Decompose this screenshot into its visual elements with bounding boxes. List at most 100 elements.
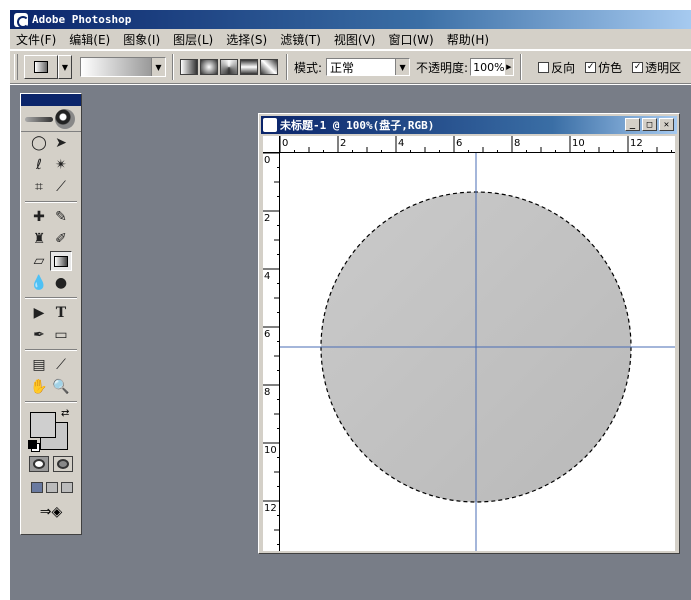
opacity-label: 不透明度:: [416, 60, 469, 75]
menu-window[interactable]: 窗口(W): [388, 31, 433, 48]
minimize-button[interactable]: _: [625, 118, 640, 131]
reverse-checkbox[interactable]: [538, 61, 550, 73]
type-tool-icon[interactable]: T: [50, 303, 72, 323]
opacity-input[interactable]: 100% ▶: [470, 58, 515, 76]
linear-gradient-button[interactable]: [180, 59, 198, 75]
ruler-h-label: 0: [282, 138, 288, 149]
foreground-color[interactable]: [30, 412, 56, 438]
chevron-right-icon[interactable]: ▶: [504, 59, 514, 75]
clone-stamp-tool-icon[interactable]: ♜: [28, 229, 50, 249]
menu-file[interactable]: 文件(F): [16, 31, 56, 48]
crop-tool-icon[interactable]: ⌗: [28, 177, 50, 197]
reverse-label: 反向: [551, 60, 576, 75]
angle-gradient-button[interactable]: [220, 59, 238, 75]
eraser-tool-icon[interactable]: ▱: [28, 251, 50, 271]
pen-tool-icon[interactable]: ✒: [28, 325, 50, 345]
ruler-v-label: 0: [264, 155, 270, 166]
ruler-v-label: 10: [264, 445, 277, 456]
transparency-checkbox[interactable]: ✓: [632, 61, 644, 73]
notes-tool-icon[interactable]: ▤: [28, 355, 50, 375]
marquee-tool-icon[interactable]: ◯: [28, 133, 50, 153]
jump-to-imageready-icon[interactable]: ⇒◈: [31, 503, 71, 521]
menu-select[interactable]: 选择(S): [226, 31, 267, 48]
mode-value: 正常: [330, 60, 355, 75]
menu-filter[interactable]: 滤镜(T): [280, 31, 321, 48]
ruler-h-label: 10: [572, 138, 585, 149]
color-swatches: ⇄: [21, 406, 81, 452]
eye-logo-icon: [55, 109, 75, 129]
dodge-tool-icon[interactable]: ●: [50, 273, 72, 293]
menu-help[interactable]: 帮助(H): [447, 31, 489, 48]
tool-preset-button[interactable]: [24, 55, 58, 79]
quick-mask-mode-button[interactable]: [53, 456, 73, 472]
ruler-h-label: 12: [630, 138, 643, 149]
history-brush-tool-icon[interactable]: ✐: [50, 229, 72, 249]
dither-label: 仿色: [598, 60, 623, 75]
gradient-tool-icon[interactable]: [50, 251, 72, 271]
options-bar: ▼ ▼ 模式: 正常 ▼ 不透明度: 100% ▶ 反向 ✓ 仿色 ✓ 透明区: [10, 50, 691, 84]
hand-tool-icon[interactable]: ✋: [28, 377, 50, 397]
app-title: Adobe Photoshop: [32, 13, 132, 26]
document-title-bar[interactable]: 未标题-1 @ 100%(盘子,RGB) _ □ ✕: [261, 116, 677, 134]
ruler-v-label: 4: [264, 271, 270, 282]
maximize-button[interactable]: □: [642, 118, 657, 131]
vertical-ruler[interactable]: 0 2 4 6 8 10 12: [263, 153, 280, 551]
swap-colors-icon[interactable]: ⇄: [61, 408, 69, 419]
zoom-tool-icon[interactable]: 🔍: [50, 377, 72, 397]
opacity-value: 100%: [473, 60, 505, 74]
ruler-h-label: 2: [340, 138, 346, 149]
brush-tool-icon[interactable]: ✎: [50, 207, 72, 227]
gradient-tool-icon: [34, 61, 48, 73]
menu-edit[interactable]: 编辑(E): [69, 31, 110, 48]
toolbox-title-bar[interactable]: [21, 94, 81, 106]
photoshop-logo-icon: [14, 12, 29, 28]
full-screen-mode-button[interactable]: [61, 482, 73, 493]
app-title-bar: Adobe Photoshop: [10, 10, 691, 29]
ruler-v-label: 8: [264, 387, 270, 398]
full-screen-menu-mode-button[interactable]: [46, 482, 58, 493]
chevron-down-icon[interactable]: ▼: [395, 59, 410, 75]
menu-image[interactable]: 图象(I): [123, 31, 160, 48]
move-tool-icon[interactable]: ➤: [50, 133, 72, 153]
horizontal-ruler[interactable]: 0 2 4 6 8 10 12: [280, 136, 675, 153]
dither-checkbox[interactable]: ✓: [585, 61, 597, 73]
options-grip[interactable]: [14, 54, 18, 80]
eyedropper-tool-icon[interactable]: ⟋: [50, 355, 72, 375]
reflected-gradient-button[interactable]: [240, 59, 258, 75]
transparency-label: 透明区: [645, 60, 682, 75]
gradient-picker[interactable]: ▼: [80, 57, 166, 77]
ruler-v-label: 12: [264, 503, 277, 514]
gradient-swatch: [81, 58, 151, 76]
diamond-gradient-button[interactable]: [260, 59, 278, 75]
ruler-h-label: 8: [514, 138, 520, 149]
blur-tool-icon[interactable]: 💧: [28, 273, 50, 293]
ruler-origin[interactable]: [263, 136, 280, 153]
close-button[interactable]: ✕: [659, 118, 674, 131]
ruler-h-label: 4: [398, 138, 404, 149]
document-icon: [263, 118, 277, 132]
path-selection-tool-icon[interactable]: ▶: [28, 303, 50, 323]
mode-select[interactable]: 正常 ▼: [326, 58, 411, 76]
healing-brush-tool-icon[interactable]: ✚: [28, 207, 50, 227]
menu-layer[interactable]: 图层(L): [173, 31, 213, 48]
menu-view[interactable]: 视图(V): [334, 31, 376, 48]
slice-tool-icon[interactable]: ⟋: [50, 177, 72, 197]
toolbox: ◯ ➤ ℓ ✴ ⌗ ⟋ ✚ ✎ ♜ ✐ ▱ 💧 ● ▶ T ✒ ▭ ▤ ⟋ ✋ …: [20, 93, 82, 535]
lasso-tool-icon[interactable]: ℓ: [28, 155, 50, 175]
document-title: 未标题-1 @ 100%(盘子,RGB): [280, 119, 435, 132]
document-window: 未标题-1 @ 100%(盘子,RGB) _ □ ✕ 0 2 4 6 8 10 12 0 2 4…: [258, 113, 680, 554]
tool-preset-dropdown[interactable]: ▼: [58, 55, 72, 79]
chevron-down-icon[interactable]: ▼: [151, 58, 165, 76]
standard-mode-button[interactable]: [29, 456, 49, 472]
ruler-v-label: 2: [264, 213, 270, 224]
feather-icon: [25, 117, 53, 122]
magic-wand-tool-icon[interactable]: ✴: [50, 155, 72, 175]
default-colors-icon[interactable]: [28, 440, 37, 449]
toolbox-logo[interactable]: [21, 106, 81, 132]
rectangle-tool-icon[interactable]: ▭: [50, 325, 72, 345]
image-canvas[interactable]: [280, 153, 675, 551]
standard-screen-mode-button[interactable]: [31, 482, 43, 493]
radial-gradient-button[interactable]: [200, 59, 218, 75]
menu-bar: 文件(F) 编辑(E) 图象(I) 图层(L) 选择(S) 滤镜(T) 视图(V…: [10, 29, 691, 49]
mode-label: 模式:: [294, 60, 323, 75]
